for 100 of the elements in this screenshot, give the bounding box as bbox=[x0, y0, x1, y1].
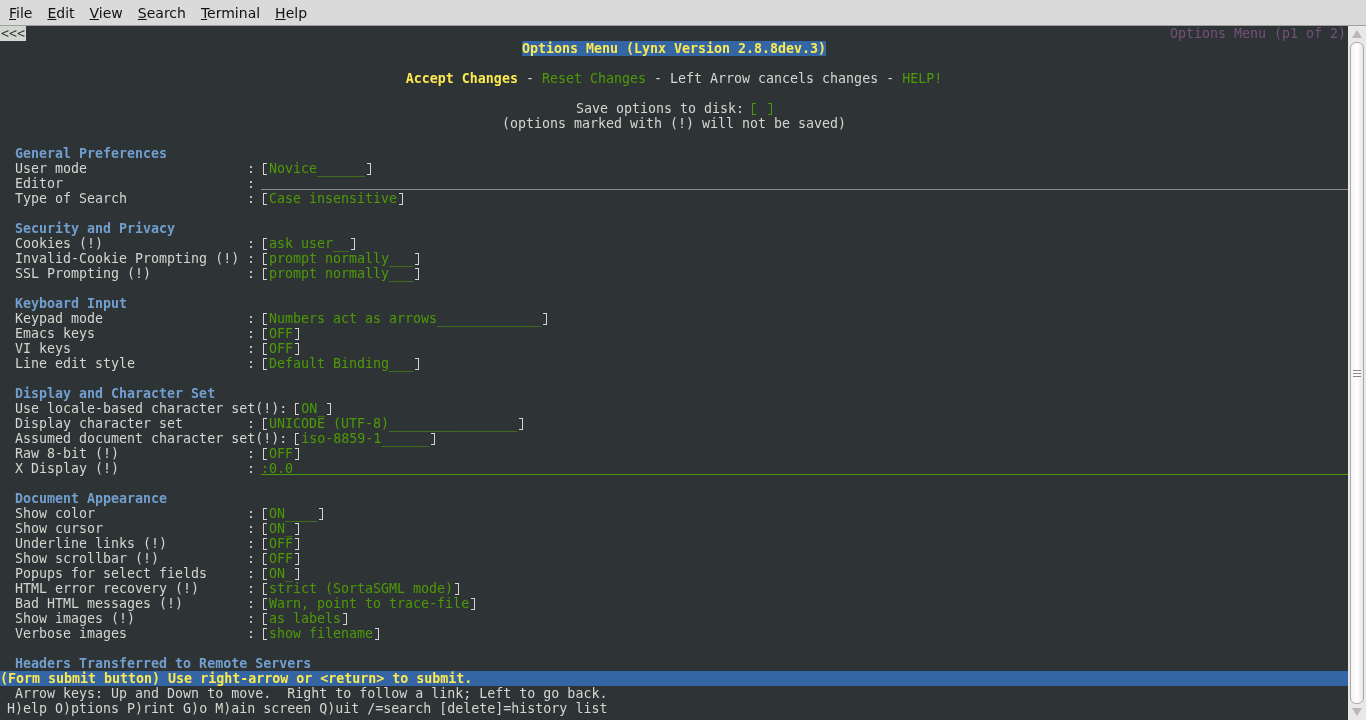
select-field[interactable]: Numbers act as arrows_____________ bbox=[261, 311, 550, 326]
separator: : bbox=[247, 191, 256, 206]
action-link[interactable]: Reset Changes bbox=[541, 71, 646, 86]
select-field[interactable]: Case insensitive bbox=[261, 191, 406, 206]
option-label: Raw 8-bit (!) bbox=[15, 446, 121, 461]
separator: : bbox=[247, 326, 256, 341]
option-label: Show color bbox=[15, 506, 97, 521]
help-text: H)elp O)ptions P)rint G)o M)ain screen Q)uit /=search [delete]=history list bbox=[6, 701, 609, 716]
scroll-thumb[interactable] bbox=[1350, 42, 1364, 704]
separator: : bbox=[247, 536, 256, 551]
option-label: SSL Prompting (!) bbox=[15, 266, 153, 281]
select-field[interactable]: Novice______ bbox=[261, 161, 374, 176]
action-link[interactable]: Accept Changes bbox=[405, 71, 518, 86]
menu-item[interactable]: Terminal bbox=[195, 2, 269, 23]
select-field[interactable]: prompt normally___ bbox=[261, 251, 422, 266]
option-label: Bad HTML messages (!) bbox=[15, 596, 185, 611]
note-text: (options marked with (!) will not be saved) bbox=[501, 116, 847, 131]
select-field[interactable]: OFF bbox=[261, 446, 302, 461]
option-label: Emacs keys bbox=[15, 326, 97, 341]
separator: : bbox=[247, 311, 256, 326]
menu-item[interactable]: Help bbox=[270, 2, 316, 23]
separator: : bbox=[247, 566, 256, 581]
select-field[interactable]: show filename bbox=[261, 626, 382, 641]
select-field[interactable]: ON_ bbox=[261, 521, 302, 536]
page-title: Options Menu (p1 of 2) bbox=[1169, 26, 1346, 41]
separator: : bbox=[247, 461, 256, 476]
separator: : bbox=[247, 506, 256, 521]
select-field[interactable]: prompt normally___ bbox=[261, 266, 422, 281]
separator: : bbox=[247, 356, 256, 371]
option-label: Line edit style bbox=[15, 356, 137, 371]
section-heading: Display and Character Set bbox=[15, 386, 216, 401]
select-field[interactable]: ON_ bbox=[293, 401, 334, 416]
option-label: Assumed document character set(!) bbox=[15, 431, 280, 446]
section-heading: Document Appearance bbox=[15, 491, 168, 506]
select-field[interactable]: ON_ bbox=[261, 566, 302, 581]
select-field[interactable]: ask user__ bbox=[261, 236, 358, 251]
scroll-down-icon[interactable] bbox=[1352, 708, 1362, 716]
action-text: Left Arrow cancels changes bbox=[670, 71, 879, 86]
option-label: Use locale-based character set(!) bbox=[15, 401, 280, 416]
separator: : bbox=[247, 266, 256, 281]
menu-item[interactable]: Edit bbox=[42, 2, 83, 23]
separator: : bbox=[247, 551, 256, 566]
help-text: Arrow keys: Up and Down to move. Right to follow a link; Left to go back. bbox=[14, 686, 609, 701]
separator: : bbox=[247, 251, 256, 266]
option-label: Cookies (!) bbox=[15, 236, 105, 251]
action-text: - bbox=[654, 71, 662, 86]
select-field[interactable]: ON____ bbox=[261, 506, 326, 521]
option-label: Display character set bbox=[15, 416, 185, 431]
separator: : bbox=[247, 596, 256, 611]
option-label: Editor bbox=[15, 176, 65, 191]
option-label: VI keys bbox=[15, 341, 73, 356]
option-label: Keypad mode bbox=[15, 311, 105, 326]
option-label: Type of Search bbox=[15, 191, 129, 206]
scrollbar[interactable] bbox=[1348, 26, 1366, 720]
separator: : bbox=[247, 341, 256, 356]
section-heading: Keyboard Input bbox=[15, 296, 128, 311]
select-field[interactable]: UNICODE (UTF-8)________________ bbox=[261, 416, 526, 431]
save-label: Save options to disk: bbox=[575, 101, 745, 116]
separator: : bbox=[247, 161, 256, 176]
page-heading: Options Menu (Lynx Version 2.8.8dev.3) bbox=[521, 41, 827, 56]
select-field[interactable]: Default Binding___ bbox=[261, 356, 422, 371]
scroll-up-icon[interactable] bbox=[1352, 30, 1362, 38]
option-label: X Display (!) bbox=[15, 461, 121, 476]
section-heading: General Preferences bbox=[15, 146, 168, 161]
select-field[interactable]: strict (SortaSGML mode) bbox=[261, 581, 462, 596]
menu-item[interactable]: File bbox=[4, 2, 41, 23]
separator: : bbox=[247, 416, 256, 431]
select-field[interactable]: OFF bbox=[261, 326, 302, 341]
option-label: User mode bbox=[15, 161, 89, 176]
separator: : bbox=[247, 581, 256, 596]
select-field[interactable]: iso-8859-1______ bbox=[293, 431, 438, 446]
action-text: - bbox=[886, 71, 895, 86]
select-field[interactable]: Warn, point to trace-file bbox=[261, 596, 478, 611]
save-checkbox[interactable] bbox=[752, 101, 773, 116]
option-label: Show cursor bbox=[15, 521, 105, 536]
back-link[interactable]: <<< bbox=[0, 26, 27, 41]
separator: : bbox=[247, 236, 256, 251]
input-field[interactable]: :0.0 bbox=[261, 461, 1348, 475]
action-text: - bbox=[525, 71, 534, 86]
option-label: Show scrollbar (!) bbox=[15, 551, 161, 566]
menu-item[interactable]: View bbox=[84, 2, 131, 23]
separator: : bbox=[247, 521, 256, 536]
menu-item[interactable]: Search bbox=[132, 2, 194, 23]
section-heading: Headers Transferred to Remote Servers bbox=[15, 656, 312, 671]
option-label: Show images (!) bbox=[15, 611, 137, 626]
select-field[interactable]: as labels bbox=[261, 611, 350, 626]
separator: : bbox=[247, 176, 256, 191]
option-label: Popups for select fields bbox=[15, 566, 209, 581]
separator: : bbox=[247, 446, 256, 461]
status-bar: (Form submit button) Use right-arrow or <return> to submit. bbox=[0, 671, 1348, 686]
action-link[interactable]: HELP! bbox=[902, 71, 943, 86]
separator: : bbox=[247, 626, 256, 641]
select-field[interactable]: OFF bbox=[261, 536, 302, 551]
option-label: Verbose images bbox=[15, 626, 129, 641]
separator: : bbox=[279, 431, 289, 446]
option-label: Invalid-Cookie Prompting (!) bbox=[15, 251, 241, 266]
option-label: HTML error recovery (!) bbox=[15, 581, 201, 596]
select-field[interactable]: OFF bbox=[261, 341, 302, 356]
option-label: Underline links (!) bbox=[15, 536, 169, 551]
select-field[interactable]: OFF bbox=[261, 551, 302, 566]
